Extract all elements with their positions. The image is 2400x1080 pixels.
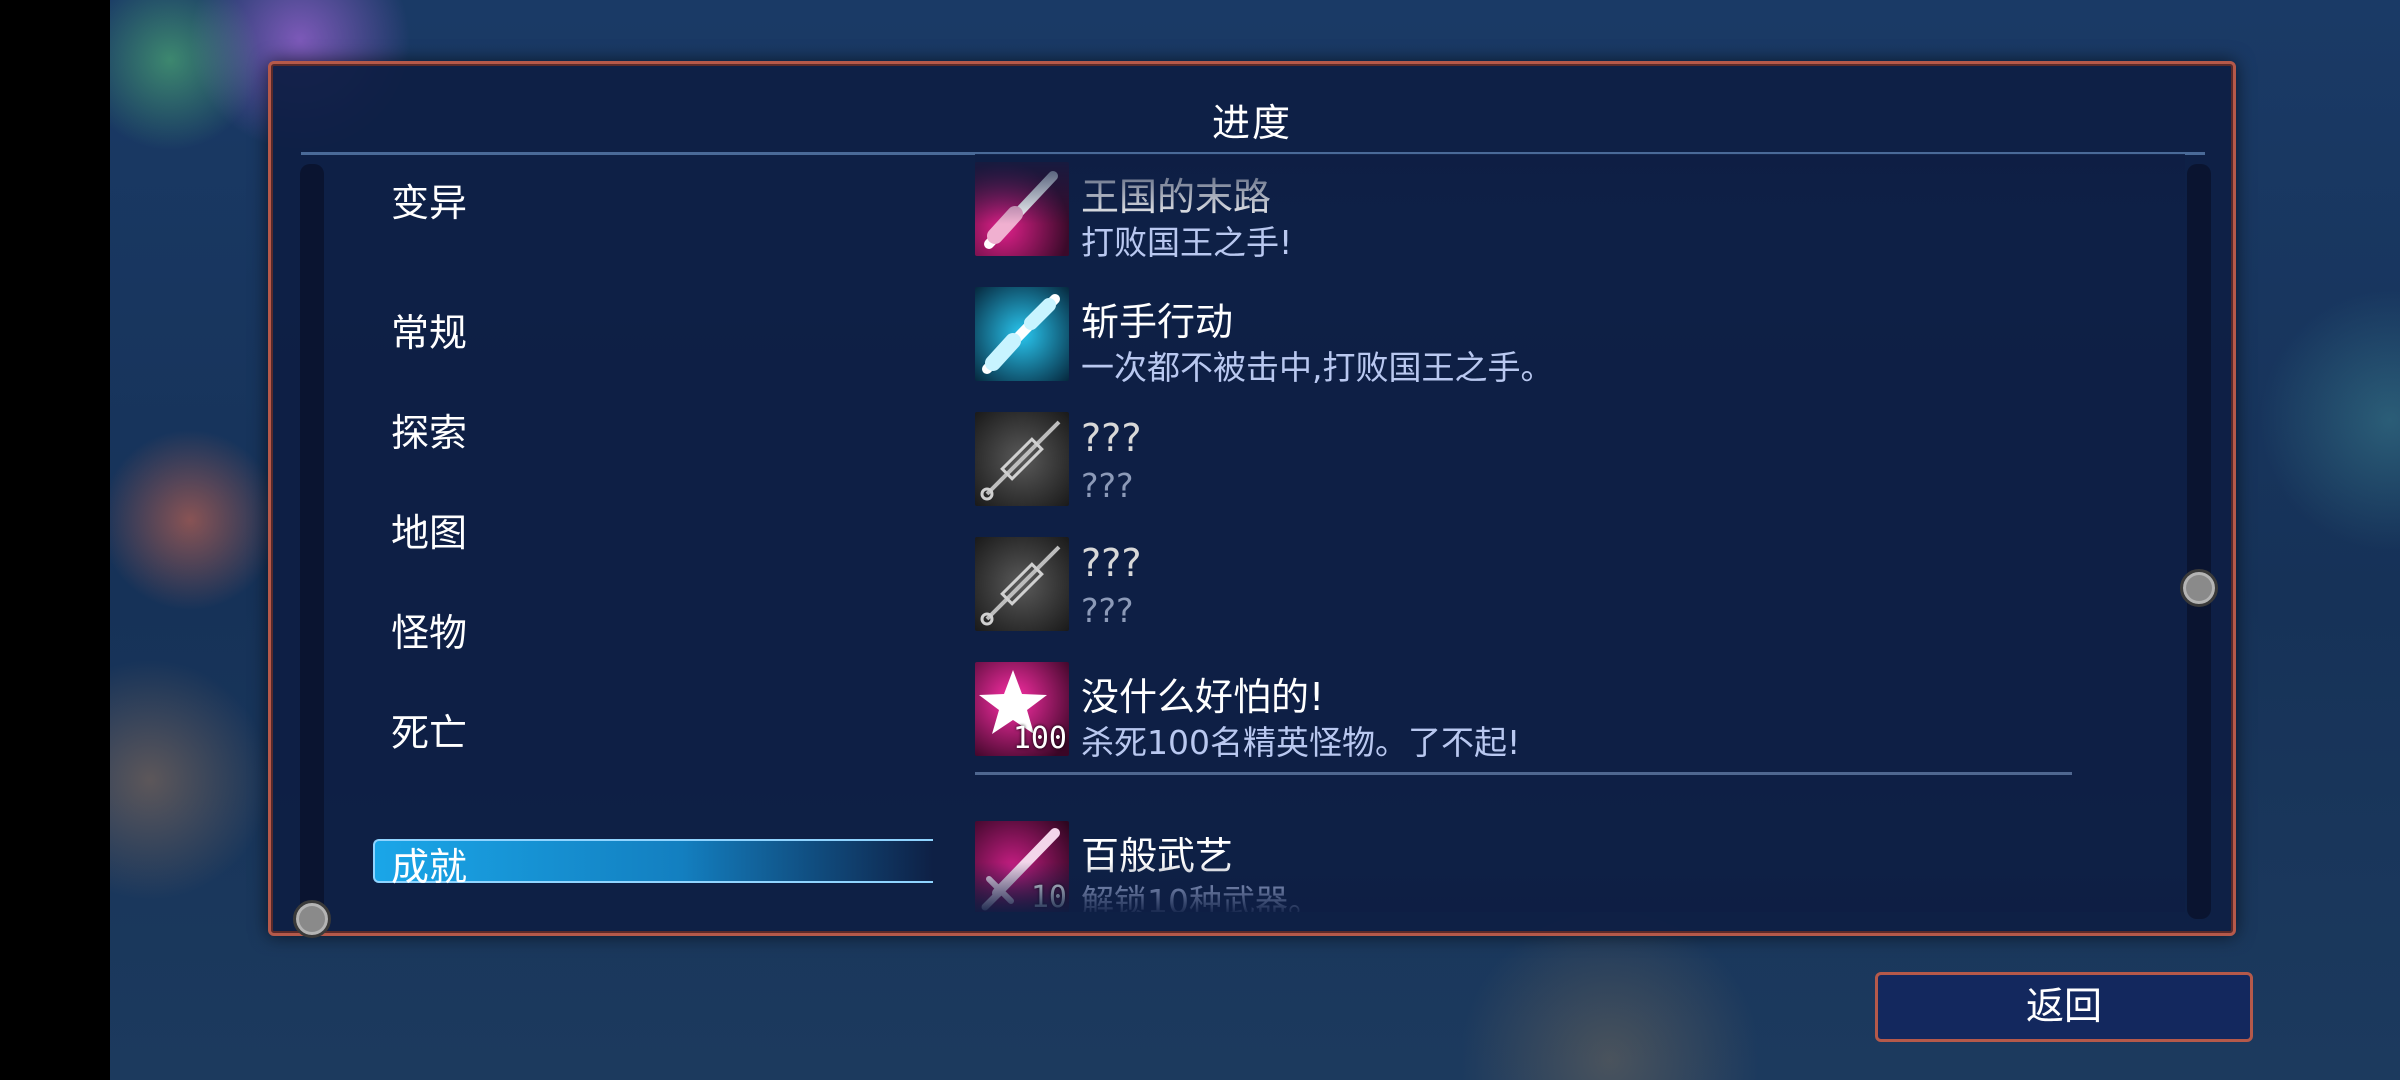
panel-title: 进度 <box>1211 101 1292 145</box>
achievement-badge: 100 <box>1012 721 1067 756</box>
achievement-item-locked[interactable]: ??? ??? <box>975 537 2175 637</box>
sidebar-item-mutations[interactable]: 变异 <box>391 172 467 227</box>
achievement-desc: 解锁10种武器。 <box>1081 882 1321 912</box>
pink-syringe-icon <box>975 162 1069 256</box>
achievement-item[interactable]: 斩手行动 一次都不被击中,打败国王之手。 <box>975 287 2175 387</box>
sidebar-item-deaths[interactable]: 死亡 <box>391 702 467 757</box>
list-scrollbar-knob[interactable] <box>2180 569 2218 607</box>
achievement-desc: 打败国王之手! <box>1081 223 1293 262</box>
sidebar-item-map[interactable]: 地图 <box>391 502 467 557</box>
achievement-item[interactable]: 10 百般武艺 解锁10种武器。 <box>975 821 2175 912</box>
cyan-syringe-icon <box>975 287 1069 381</box>
sidebar-scrollbar-knob[interactable] <box>293 900 331 938</box>
achievement-name: ??? <box>1081 416 1142 460</box>
achievement-item[interactable]: 100 没什么好怕的! 杀死100名精英怪物。了不起! <box>975 662 2175 762</box>
achievement-name: 王国的末路 <box>1081 175 1272 219</box>
achievement-name: 百般武艺 <box>1081 834 1234 878</box>
achievement-item[interactable]: 王国的末路 打败国王之手! <box>975 162 2175 262</box>
sidebar-item-monsters[interactable]: 怪物 <box>391 602 467 657</box>
achievement-badge: 10 <box>1030 880 1067 912</box>
achievement-desc: 杀死100名精英怪物。了不起! <box>1081 723 1521 762</box>
achievement-item-locked[interactable]: ??? ??? <box>975 412 2175 512</box>
achievement-desc: 一次都不被击中,打败国王之手。 <box>1081 348 1554 387</box>
achievement-name: 没什么好怕的! <box>1081 675 1325 719</box>
sword-icon: 10 <box>975 821 1069 912</box>
achievement-desc: ??? <box>1081 591 1134 630</box>
sidebar-scrollbar-track[interactable] <box>300 164 324 919</box>
sidebar-item-exploration[interactable]: 探索 <box>391 402 467 457</box>
section-divider <box>975 772 2072 775</box>
locked-syringe-icon <box>975 412 1069 506</box>
back-button[interactable]: 返回 <box>1875 972 2253 1042</box>
progress-panel: 进度 变异 常规 探索 地图 怪物 死亡 成就 王国的末路 打败国王之手! 斩手… <box>268 61 2236 938</box>
star-icon: 100 <box>975 662 1069 756</box>
sidebar-item-general[interactable]: 常规 <box>391 302 467 357</box>
list-scrollbar-track[interactable] <box>2187 164 2211 919</box>
achievement-list[interactable]: 王国的末路 打败国王之手! 斩手行动 一次都不被击中,打败国王之手。 ??? ?… <box>975 154 2185 912</box>
sidebar-item-achievements[interactable]: 成就 <box>391 836 467 891</box>
achievement-name: 斩手行动 <box>1081 300 1234 344</box>
achievement-name: ??? <box>1081 541 1142 585</box>
achievement-desc: ??? <box>1081 466 1134 505</box>
locked-syringe-icon <box>975 537 1069 631</box>
